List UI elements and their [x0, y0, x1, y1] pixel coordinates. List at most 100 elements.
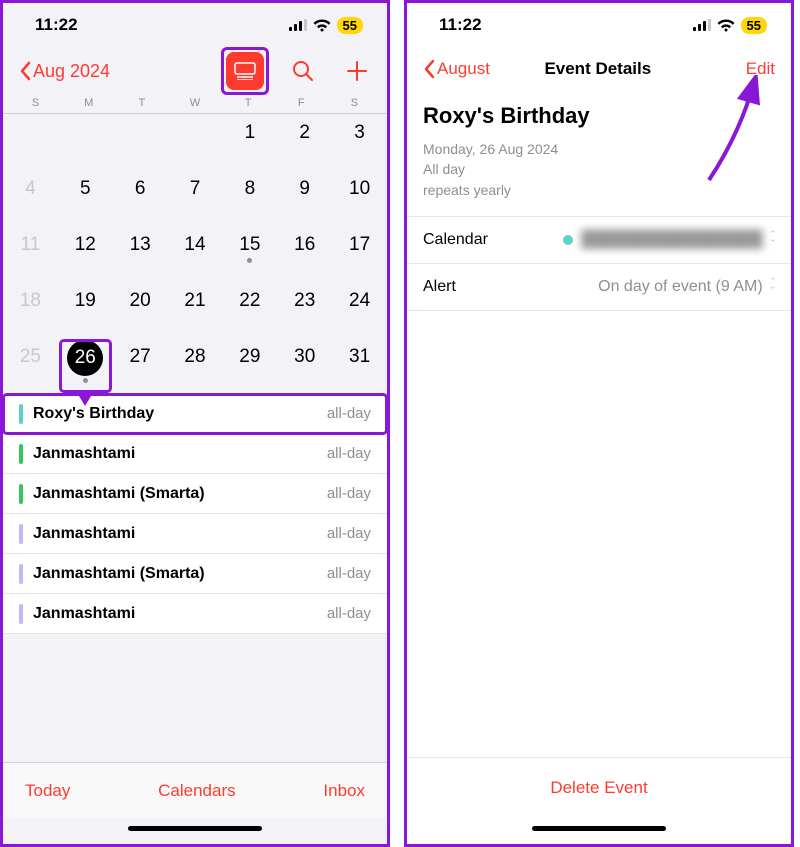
calendar-day-cell[interactable]	[3, 114, 58, 170]
calendar-day-cell[interactable]: 22	[222, 282, 277, 338]
calendar-day-cell[interactable]: 9	[277, 170, 332, 226]
calendar-day-cell[interactable]	[113, 114, 168, 170]
calendar-label: Calendar	[423, 231, 488, 249]
calendar-day-cell[interactable]: 1	[222, 114, 277, 170]
event-title: Janmashtami	[33, 445, 327, 463]
day-number: 9	[299, 178, 310, 200]
status-time: 11:22	[439, 15, 482, 35]
home-indicator[interactable]	[407, 818, 791, 844]
inbox-button[interactable]: Inbox	[323, 781, 365, 801]
event-allday: All day	[423, 159, 775, 179]
event-row[interactable]: Janmashtamiall-day	[3, 594, 387, 634]
day-number: 14	[184, 234, 205, 256]
calendar-day-cell[interactable]: 23	[277, 282, 332, 338]
calendar-day-cell[interactable]: 30	[277, 338, 332, 394]
calendar-day-cell[interactable]	[168, 114, 223, 170]
day-number: 30	[294, 346, 315, 368]
calendar-day-cell[interactable]: 3	[332, 114, 387, 170]
delete-event-button[interactable]: Delete Event	[407, 757, 791, 818]
event-row[interactable]: Janmashtamiall-day	[3, 514, 387, 554]
day-number: 11	[21, 234, 41, 256]
calendar-day-cell[interactable]: 28	[168, 338, 223, 394]
day-number: 5	[80, 178, 91, 200]
calendar-day-cell[interactable]: 10	[332, 170, 387, 226]
day-number: 25	[20, 346, 41, 368]
calendar-day-cell[interactable]: 20	[113, 282, 168, 338]
calendar-day-cell[interactable]: 8	[222, 170, 277, 226]
event-time: all-day	[327, 605, 371, 622]
calendar-day-cell[interactable]: 16	[277, 226, 332, 282]
calendar-day-cell[interactable]: 29	[222, 338, 277, 394]
day-number: 31	[349, 346, 370, 368]
calendar-day-cell[interactable]: 11	[3, 226, 58, 282]
day-number: 22	[239, 290, 260, 312]
edit-button[interactable]: Edit	[746, 59, 775, 79]
calendar-day-cell[interactable]: 27	[113, 338, 168, 394]
event-date: Monday, 26 Aug 2024	[423, 139, 775, 159]
calendar-day-cell[interactable]: 7	[168, 170, 223, 226]
calendar-day-cell[interactable]: 18	[3, 282, 58, 338]
event-title: Roxy's Birthday	[423, 103, 775, 129]
status-time: 11:22	[35, 15, 78, 35]
event-meta: Monday, 26 Aug 2024 All day repeats year…	[423, 139, 775, 200]
battery-level: 55	[337, 17, 363, 34]
calendar-day-cell[interactable]: 19	[58, 282, 113, 338]
day-number: 13	[130, 234, 151, 256]
calendar-day-cell[interactable]: 25	[3, 338, 58, 394]
calendar-day-cell[interactable]: 17	[332, 226, 387, 282]
search-button[interactable]	[289, 57, 317, 85]
calendar-day-cell[interactable]: 2	[277, 114, 332, 170]
day-number: 3	[354, 122, 365, 144]
calendar-day-cell[interactable]: 24	[332, 282, 387, 338]
day-number: 1	[245, 122, 256, 144]
event-title: Janmashtami (Smarta)	[33, 485, 327, 503]
updown-icon: ˆˇ	[771, 278, 775, 296]
day-number: 6	[135, 178, 146, 200]
weekday-label: T	[222, 97, 275, 109]
calendar-day-cell[interactable]: 26	[58, 338, 113, 394]
day-number: 8	[245, 178, 256, 200]
weekday-label: S	[328, 97, 381, 109]
list-view-button[interactable]	[226, 52, 264, 90]
event-dot-icon	[83, 378, 88, 383]
calendar-day-cell[interactable]: 21	[168, 282, 223, 338]
event-color-bar	[19, 564, 23, 584]
calendar-day-cell[interactable]: 12	[58, 226, 113, 282]
weekday-label: T	[115, 97, 168, 109]
alert-row[interactable]: Alert On day of event (9 AM) ˆˇ	[407, 264, 791, 311]
event-row[interactable]: Roxy's Birthdayall-day	[3, 394, 387, 434]
calendar-day-cell[interactable]: 13	[113, 226, 168, 282]
calendar-value: ████████████████	[581, 231, 762, 249]
chevron-left-icon	[423, 59, 435, 79]
add-event-button[interactable]	[343, 57, 371, 85]
battery-level: 55	[741, 17, 767, 34]
event-color-bar	[19, 484, 23, 504]
calendar-day-cell[interactable]	[58, 114, 113, 170]
calendar-day-cell[interactable]: 14	[168, 226, 223, 282]
day-number: 23	[294, 290, 315, 312]
day-number: 2	[299, 122, 310, 144]
day-number: 12	[75, 234, 96, 256]
event-row[interactable]: Janmashtamiall-day	[3, 434, 387, 474]
calendar-grid[interactable]: 1234567891011121314151617181920212223242…	[3, 114, 387, 394]
home-indicator[interactable]	[3, 818, 387, 844]
alert-label: Alert	[423, 278, 456, 296]
day-number: 15	[239, 234, 260, 256]
calendar-day-cell[interactable]: 31	[332, 338, 387, 394]
calendar-day-cell[interactable]: 6	[113, 170, 168, 226]
page-title: Event Details	[450, 59, 746, 79]
event-row[interactable]: Janmashtami (Smarta)all-day	[3, 554, 387, 594]
today-button[interactable]: Today	[25, 781, 70, 801]
nav-bar: August Event Details Edit	[407, 47, 791, 91]
calendar-row[interactable]: Calendar ████████████████ ˆˇ	[407, 216, 791, 264]
calendar-day-cell[interactable]: 4	[3, 170, 58, 226]
day-number: 21	[184, 290, 205, 312]
status-bar: 11:22 55	[3, 3, 387, 47]
back-button[interactable]: Aug 2024	[19, 61, 110, 82]
calendar-day-cell[interactable]: 15	[222, 226, 277, 282]
event-row[interactable]: Janmashtami (Smarta)all-day	[3, 474, 387, 514]
calendars-button[interactable]: Calendars	[158, 781, 236, 801]
wifi-icon	[717, 19, 735, 32]
toolbar: Today Calendars Inbox	[3, 762, 387, 818]
calendar-day-cell[interactable]: 5	[58, 170, 113, 226]
